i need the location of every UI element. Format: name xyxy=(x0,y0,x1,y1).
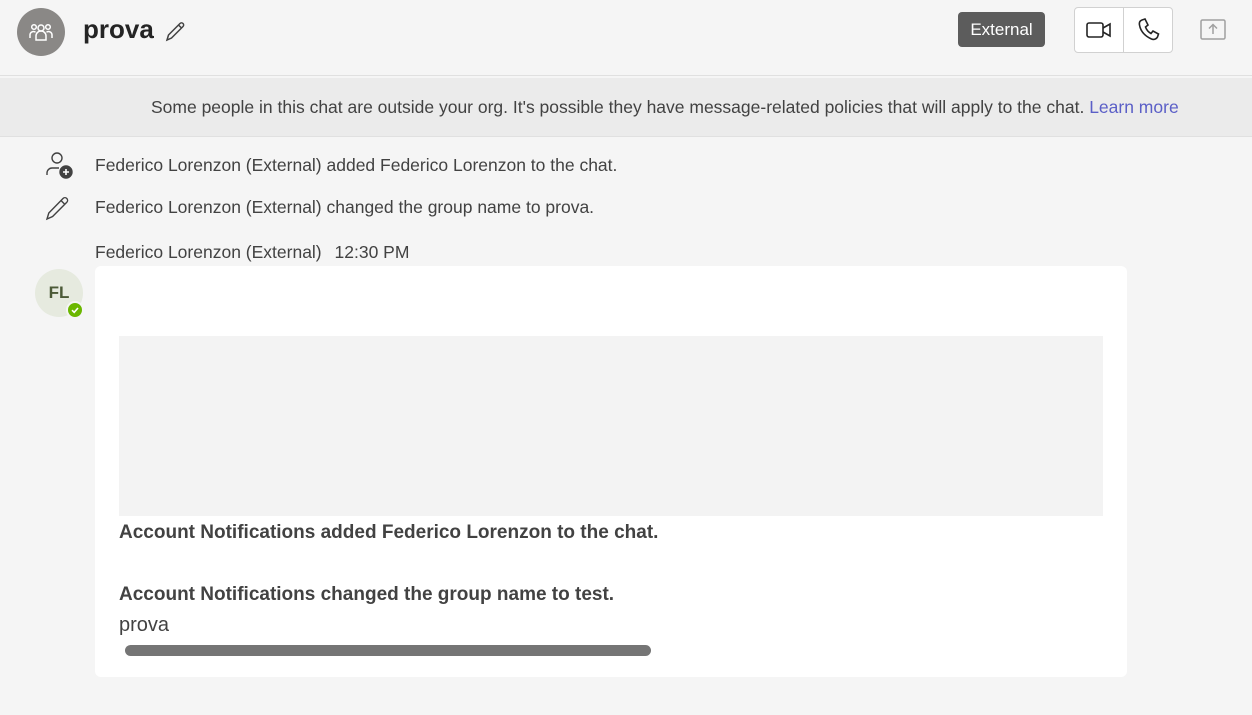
phone-icon xyxy=(1138,18,1160,41)
system-event-row: Federico Lorenzon (External) changed the… xyxy=(0,192,1252,222)
message-timestamp: 12:30 PM xyxy=(334,242,410,262)
chat-header: prova External xyxy=(0,0,1252,76)
message-header: Federico Lorenzon (External) 12:30 PM xyxy=(95,242,409,263)
message-line: Account Notifications changed the group … xyxy=(119,584,615,605)
banner-text: Some people in this chat are outside you… xyxy=(151,97,1179,118)
sender-name[interactable]: Federico Lorenzon (External) xyxy=(95,242,322,262)
learn-more-link[interactable]: Learn more xyxy=(1089,97,1179,117)
call-button-group xyxy=(1074,7,1173,53)
external-badge: External xyxy=(958,12,1045,47)
pencil-icon xyxy=(45,197,69,221)
horizontal-scrollbar[interactable] xyxy=(125,645,651,656)
image-placeholder xyxy=(119,336,1103,516)
video-camera-icon xyxy=(1085,22,1111,38)
chat-title: prova xyxy=(83,14,154,44)
message-line: prova xyxy=(119,614,170,636)
people-group-icon xyxy=(29,23,53,41)
message-bubble[interactable]: Account Notifications added Federico Lor… xyxy=(95,266,1127,677)
group-avatar[interactable] xyxy=(17,8,65,56)
person-add-icon xyxy=(46,152,73,179)
presence-available-icon xyxy=(66,301,84,319)
pencil-icon[interactable] xyxy=(163,18,189,44)
system-event-row: Federico Lorenzon (External) added Feder… xyxy=(0,150,1252,180)
banner-message: Some people in this chat are outside you… xyxy=(151,97,1085,117)
audio-call-button[interactable] xyxy=(1124,8,1173,52)
external-org-banner: Some people in this chat are outside you… xyxy=(0,78,1252,137)
checkmark-icon xyxy=(71,307,79,314)
message-line: Account Notifications added Federico Lor… xyxy=(119,522,659,543)
video-call-button[interactable] xyxy=(1075,8,1124,52)
system-event-text: Federico Lorenzon (External) added Feder… xyxy=(95,155,618,175)
system-event-text: Federico Lorenzon (External) changed the… xyxy=(95,197,595,217)
share-screen-icon[interactable] xyxy=(1199,18,1227,42)
